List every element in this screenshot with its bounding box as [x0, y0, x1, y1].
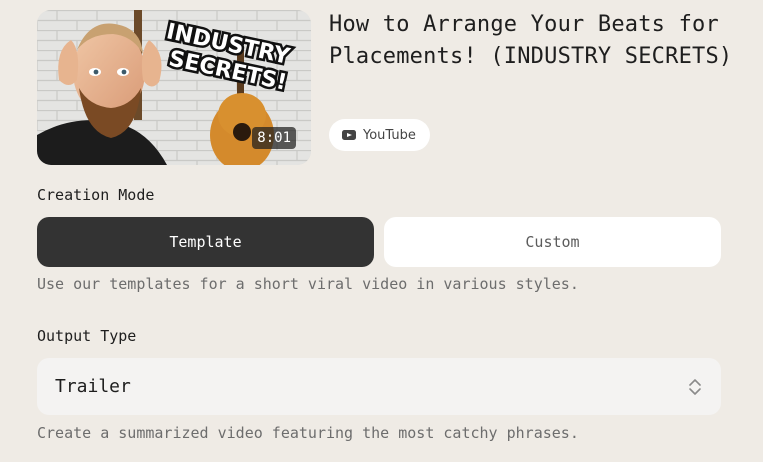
template-mode-button[interactable]: Template — [37, 217, 374, 267]
chevron-up-down-icon — [689, 378, 701, 395]
source-badge[interactable]: YouTube — [329, 119, 430, 151]
youtube-icon — [342, 130, 356, 140]
creation-mode-help: Use our templates for a short viral vide… — [37, 275, 579, 293]
output-type-select[interactable]: Trailer — [37, 358, 721, 415]
custom-mode-button[interactable]: Custom — [384, 217, 721, 267]
creation-mode-label: Creation Mode — [37, 186, 155, 204]
output-type-help: Create a summarized video featuring the … — [37, 424, 579, 442]
video-title: How to Arrange Your Beats for Placements… — [329, 12, 733, 69]
output-type-value: Trailer — [55, 376, 131, 397]
source-label: YouTube — [363, 127, 416, 143]
video-thumbnail[interactable]: INDUSTRY SECRETS! 8:01 — [37, 10, 311, 165]
output-type-label: Output Type — [37, 327, 137, 345]
video-duration: 8:01 — [252, 127, 296, 149]
